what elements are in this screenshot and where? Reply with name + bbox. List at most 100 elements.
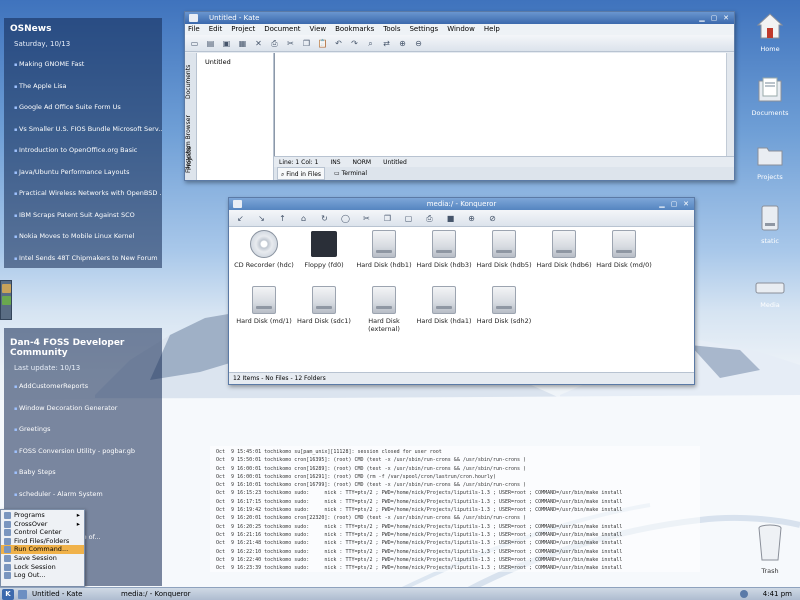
rss-item[interactable]: scheduler - Alarm System bbox=[4, 484, 162, 506]
maximize-icon[interactable]: ▢ bbox=[669, 199, 679, 209]
document-item[interactable]: Untitled bbox=[205, 58, 273, 66]
copy-icon[interactable]: ❐ bbox=[382, 213, 393, 224]
minimize-icon[interactable]: ▁ bbox=[657, 199, 667, 209]
drive-item[interactable]: Hard Disk (hdb6) bbox=[534, 230, 594, 269]
menu-item[interactable]: Bookmarks bbox=[335, 25, 374, 33]
print-icon[interactable]: ⎙ bbox=[269, 38, 280, 49]
menu-item[interactable]: Programs ▸ bbox=[1, 511, 84, 520]
rss-item[interactable]: Google Ad Office Suite Form Us bbox=[4, 97, 162, 119]
close-icon[interactable]: ✕ bbox=[681, 199, 691, 209]
task-kate[interactable]: Untitled - Kate bbox=[29, 588, 111, 600]
up-icon[interactable]: ↑ bbox=[277, 213, 288, 224]
rss-item[interactable]: FOSS Conversion Utility - pogbar.gb bbox=[4, 441, 162, 463]
konqueror-titlebar[interactable]: media:/ - Konqueror ▁ ▢ ✕ bbox=[229, 198, 694, 210]
forward-icon[interactable]: ↘ bbox=[256, 213, 267, 224]
drive-item[interactable]: Hard Disk (md/1) bbox=[234, 286, 294, 325]
save-icon[interactable]: ▣ bbox=[221, 38, 232, 49]
desktop-icon-documents[interactable]: Documents bbox=[748, 76, 792, 117]
menu-item[interactable]: Run Command... bbox=[1, 545, 84, 554]
tab-projects[interactable]: Projects bbox=[186, 140, 193, 170]
menu-item[interactable]: Document bbox=[264, 25, 300, 33]
rss-item[interactable]: Nokia Moves to Mobile Linux Kernel bbox=[4, 226, 162, 248]
menu-item[interactable]: Edit bbox=[209, 25, 223, 33]
redo-icon[interactable]: ↷ bbox=[349, 38, 360, 49]
kate-window[interactable]: Untitled - Kate ▁ ▢ ✕ File Edit Project Doc… bbox=[184, 11, 735, 181]
side-applet[interactable] bbox=[0, 280, 12, 320]
menu-item[interactable]: Save Session bbox=[1, 554, 84, 563]
find-icon[interactable]: ⌕ bbox=[365, 38, 376, 49]
drive-item[interactable]: Hard Disk (hda1) bbox=[414, 286, 474, 325]
paste-icon[interactable]: 📋 bbox=[317, 38, 328, 49]
zoom-out-icon[interactable]: ⊖ bbox=[413, 38, 424, 49]
menu-item[interactable]: Project bbox=[231, 25, 255, 33]
stop-icon[interactable]: ◯ bbox=[340, 213, 351, 224]
rss-item[interactable]: Introduction to OpenOffice.org Basic bbox=[4, 140, 162, 162]
menu-item[interactable]: Tools bbox=[383, 25, 400, 33]
drive-item[interactable]: Hard Disk (md/0) bbox=[594, 230, 654, 269]
rss-item[interactable]: Vs Smaller U.S. FIOS Bundle Microsoft Se… bbox=[4, 119, 162, 141]
menu-item[interactable]: Help bbox=[484, 25, 500, 33]
konqueror-window[interactable]: media:/ - Konqueror ▁ ▢ ✕ ↙ ↘ ↑ ⌂ ↻ ◯ ✂ … bbox=[228, 197, 695, 385]
drive-item[interactable]: Hard Disk (sdh2) bbox=[474, 286, 534, 325]
menu-item[interactable]: View bbox=[310, 25, 327, 33]
app-icon[interactable] bbox=[189, 14, 198, 22]
rss-item[interactable]: AddCustomerReports bbox=[4, 376, 162, 398]
drive-item[interactable]: Hard Disk (hdb5) bbox=[474, 230, 534, 269]
vertical-scrollbar[interactable] bbox=[726, 53, 734, 156]
cut-icon[interactable]: ✂ bbox=[285, 38, 296, 49]
minimize-icon[interactable]: ▁ bbox=[697, 13, 707, 23]
desktop-icon-trash[interactable]: Trash bbox=[748, 524, 792, 575]
drive-item[interactable]: Floppy (fd0) bbox=[294, 230, 354, 269]
desktop-icon[interactable] bbox=[18, 590, 27, 599]
security-icon[interactable]: ⊘ bbox=[487, 213, 498, 224]
zoom-in-icon[interactable]: ⊕ bbox=[397, 38, 408, 49]
rss-item[interactable]: IBM Scraps Patent Suit Against SCO bbox=[4, 205, 162, 227]
k-menu-button[interactable]: K bbox=[2, 589, 14, 600]
kate-titlebar[interactable]: Untitled - Kate ▁ ▢ ✕ bbox=[185, 12, 734, 24]
desktop-icon-static[interactable]: static bbox=[748, 204, 792, 245]
drive-item[interactable]: Hard Disk (sdc1) bbox=[294, 286, 354, 325]
menu-item[interactable]: File bbox=[188, 25, 200, 33]
menu-item[interactable]: Settings bbox=[409, 25, 438, 33]
reload-icon[interactable]: ↻ bbox=[319, 213, 330, 224]
print-icon[interactable]: ⎙ bbox=[424, 213, 435, 224]
close-icon[interactable]: ✕ bbox=[721, 13, 731, 23]
rss-item[interactable]: Baby Steps bbox=[4, 462, 162, 484]
tab-terminal[interactable]: ▭ Terminal bbox=[331, 167, 370, 180]
undo-icon[interactable]: ↶ bbox=[333, 38, 344, 49]
drive-item[interactable]: Hard Disk (external) bbox=[354, 286, 414, 333]
replace-icon[interactable]: ⇄ bbox=[381, 38, 392, 49]
open-icon[interactable]: ▤ bbox=[205, 38, 216, 49]
rss-item[interactable]: Window Decoration Generator bbox=[4, 398, 162, 420]
desktop-icon-media[interactable]: Media bbox=[748, 280, 792, 309]
menu-item[interactable]: Log Out... bbox=[1, 571, 84, 580]
desktop-icon-projects[interactable]: Projects bbox=[748, 140, 792, 181]
rss-item[interactable]: Intel Sends 48T Chipmakers to New Forum bbox=[4, 248, 162, 270]
tab-documents[interactable]: Documents bbox=[185, 39, 192, 99]
rss-item[interactable]: The Apple Lisa bbox=[4, 76, 162, 98]
view-icon[interactable]: ■ bbox=[445, 213, 456, 224]
tab-find-in-files[interactable]: ⌕ Find in Files bbox=[277, 167, 326, 180]
editor-area[interactable] bbox=[274, 53, 734, 156]
app-icon[interactable] bbox=[233, 200, 242, 208]
menu-item[interactable]: Window bbox=[447, 25, 475, 33]
back-icon[interactable]: ↙ bbox=[235, 213, 246, 224]
rss-item[interactable]: Greetings bbox=[4, 419, 162, 441]
paste-icon[interactable]: ▢ bbox=[403, 213, 414, 224]
menu-item[interactable]: Control Center bbox=[1, 528, 84, 537]
tray-icon[interactable] bbox=[740, 590, 748, 598]
task-konqueror[interactable]: media:/ - Konqueror bbox=[118, 588, 218, 600]
save-as-icon[interactable]: ▦ bbox=[237, 38, 248, 49]
menu-item[interactable]: Lock Session bbox=[1, 563, 84, 572]
clock[interactable]: 4:41 pm bbox=[763, 588, 792, 600]
drive-item[interactable]: CD Recorder (hdc) bbox=[234, 230, 294, 269]
close-doc-icon[interactable]: ✕ bbox=[253, 38, 264, 49]
zoom-icon[interactable]: ⊕ bbox=[466, 213, 477, 224]
maximize-icon[interactable]: ▢ bbox=[709, 13, 719, 23]
copy-icon[interactable]: ❐ bbox=[301, 38, 312, 49]
rss-item[interactable]: Making GNOME Fast bbox=[4, 54, 162, 76]
home-icon[interactable]: ⌂ bbox=[298, 213, 309, 224]
drive-item[interactable]: Hard Disk (hdb3) bbox=[414, 230, 474, 269]
file-view[interactable]: CD Recorder (hdc) Floppy (fd0) Hard Disk (… bbox=[229, 228, 694, 371]
desktop-icon-home[interactable]: Home bbox=[748, 12, 792, 53]
